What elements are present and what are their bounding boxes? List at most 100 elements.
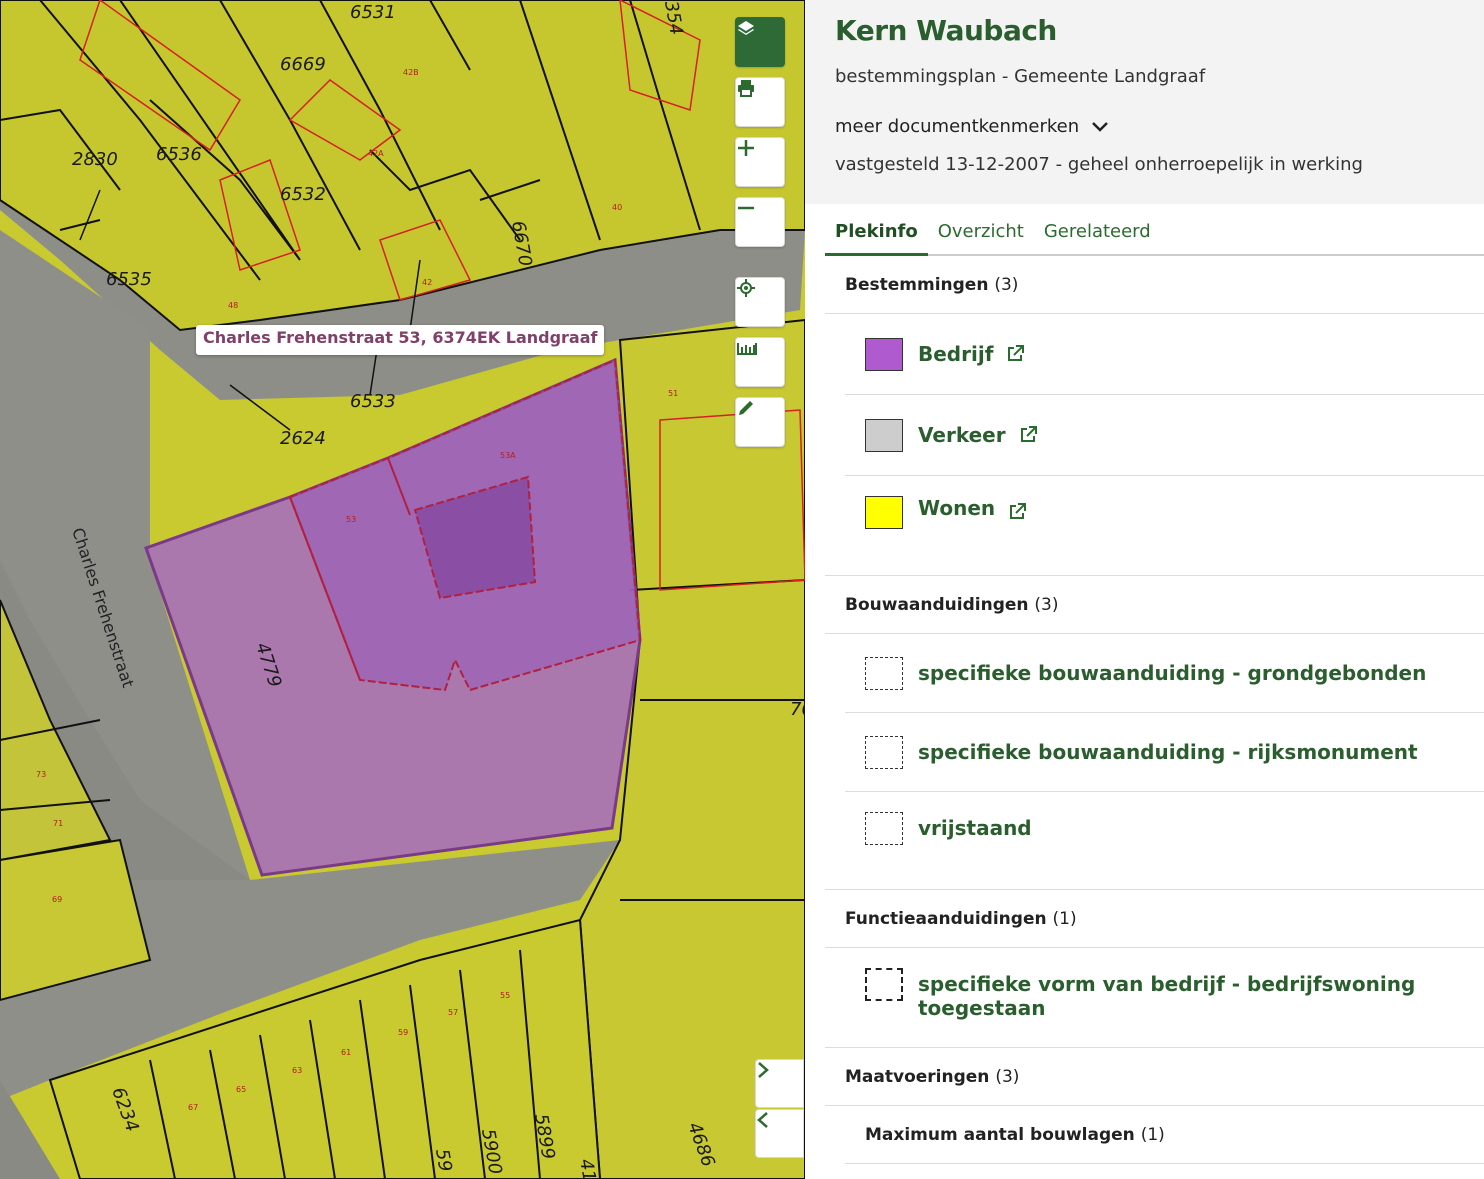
item-label: Bedrijf: [918, 342, 994, 366]
item-label: vrijstaand: [918, 816, 1032, 840]
draw-button[interactable]: [735, 397, 785, 447]
map-canvas[interactable]: 653166692830 6536653266706535653326244779…: [0, 0, 805, 1179]
plan-status: vastgesteld 13-12-2007 - geheel onherroe…: [835, 154, 1363, 175]
dashed-swatch: [865, 735, 903, 769]
chevron-right-icon: [758, 1062, 769, 1078]
external-link-icon[interactable]: [1005, 344, 1025, 364]
parcel-number-label: 2830: [72, 149, 118, 170]
house-number-label: 51: [668, 389, 678, 398]
plus-icon: [738, 140, 754, 156]
verkeer-swatch: [865, 418, 903, 452]
address-popup[interactable]: Charles Frehenstraat 53, 6374EK Landgraa…: [196, 325, 605, 355]
house-number-label: 65: [236, 1085, 246, 1094]
panel-tabs: Plekinfo Overzicht Gerelateerd: [825, 204, 1484, 256]
section-count: (3): [995, 1066, 1020, 1087]
section-count: (3): [1034, 594, 1059, 615]
minus-icon: [738, 206, 754, 210]
dashed-swatch: [865, 812, 903, 845]
collapse-panel-button[interactable]: [755, 1109, 804, 1158]
item-label: specifieke bouwaanduiding - grondgebonde…: [918, 661, 1427, 685]
section-heading: Bouwaanduidingen (3): [825, 576, 1484, 634]
maatvoering-subheading[interactable]: Maximum aantal bouwlagen (1): [845, 1106, 1484, 1164]
parcel-number-label: 6531: [350, 2, 396, 23]
item-label: specifieke vorm van bedrijf - bedrijfswo…: [918, 972, 1416, 1020]
section-heading-label: Bouwaanduidingen: [845, 594, 1029, 615]
house-number-label: 53A: [500, 451, 516, 460]
section-heading: Functieaanduidingen (1): [825, 890, 1484, 948]
bouwaanduiding-item[interactable]: vrijstaand: [825, 792, 1484, 890]
section-heading: Bestemmingen (3): [825, 256, 1484, 314]
measure-button[interactable]: [735, 337, 785, 387]
bestemming-item-wonen[interactable]: Wonen: [825, 476, 1484, 576]
house-number-label: 67: [188, 1103, 198, 1112]
section-heading-label: Maatvoeringen: [845, 1066, 990, 1087]
section-heading-label: Bestemmingen: [845, 274, 989, 295]
zoom-in-button[interactable]: [735, 137, 785, 187]
document-metadata-toggle[interactable]: meer documentkenmerken: [835, 116, 1109, 137]
tab-plekinfo[interactable]: Plekinfo: [825, 221, 928, 256]
house-number-label: 48: [228, 301, 238, 310]
bouwaanduiding-item[interactable]: specifieke bouwaanduiding - grondgebonde…: [845, 634, 1484, 713]
subheading-label: Maximum aantal bouwlagen: [865, 1124, 1135, 1145]
plan-subtitle: bestemmingsplan - Gemeente Landgraaf: [835, 66, 1206, 87]
bedrijf-swatch: [865, 337, 903, 371]
bestemming-item-bedrijf[interactable]: Bedrijf: [845, 314, 1484, 395]
house-number-label: 63: [292, 1066, 302, 1075]
chevron-left-icon: [757, 1112, 768, 1128]
external-link-icon[interactable]: [1007, 502, 1027, 522]
item-label: specifieke bouwaanduiding - rijksmonumen…: [918, 740, 1418, 764]
item-label: Wonen: [918, 496, 996, 520]
locate-icon: [737, 279, 755, 297]
print-icon: [738, 80, 754, 97]
house-number-label: 42A: [368, 149, 384, 158]
plan-title: Kern Waubach: [835, 14, 1057, 47]
print-button[interactable]: [735, 77, 785, 127]
house-number-label: 55: [500, 991, 510, 1000]
section-functieaanduidingen: Functieaanduidingen (1) specifieke vorm …: [825, 890, 1484, 1048]
panel-header: Kern Waubach bestemmingsplan - Gemeente …: [805, 0, 1484, 204]
parcel-number-label: 59: [431, 1147, 456, 1173]
house-number-label: 73: [36, 770, 46, 779]
house-number-label: 53: [346, 515, 356, 524]
parcel-number-label: 6532: [280, 184, 326, 205]
dashed-swatch: [865, 656, 903, 690]
pencil-icon: [739, 401, 753, 415]
locate-button[interactable]: [735, 277, 785, 327]
house-number-label: 40: [612, 203, 622, 212]
bestemming-item-verkeer[interactable]: Verkeer: [845, 395, 1484, 476]
section-maatvoeringen: Maatvoeringen (3) Maximum aantal bouwlag…: [825, 1048, 1484, 1164]
parcel-number-label: 41: [575, 1157, 600, 1179]
measure-icon: [737, 343, 757, 355]
house-number-label: 71: [53, 819, 63, 828]
tab-gerelateerd[interactable]: Gerelateerd: [1034, 221, 1161, 254]
house-number-label: 42B: [403, 68, 419, 77]
parcel-number-label: 6535: [106, 269, 152, 290]
expand-panel-button[interactable]: [755, 1059, 804, 1108]
info-panel: Kern Waubach bestemmingsplan - Gemeente …: [805, 0, 1484, 1179]
house-number-label: 57: [448, 1008, 458, 1017]
functieaanduiding-item[interactable]: specifieke vorm van bedrijf - bedrijfswo…: [825, 948, 1484, 1048]
layers-icon: [738, 21, 754, 35]
zoom-out-button[interactable]: [735, 197, 785, 247]
bold-dashed-swatch: [865, 968, 903, 1001]
bouwaanduiding-item[interactable]: specifieke bouwaanduiding - rijksmonumen…: [845, 713, 1484, 792]
section-heading-label: Functieaanduidingen: [845, 908, 1047, 929]
wonen-swatch: [865, 496, 903, 529]
map-view[interactable]: 6531 6669 2830 6536 6532 6670 6535 6533 2624 4779…: [0, 0, 805, 1179]
parcel-number-label: 6536: [156, 144, 202, 165]
house-number-label: 42: [422, 278, 432, 287]
parcel-number-label: 6533: [350, 391, 396, 412]
parcel-number-label: 2624: [280, 428, 326, 449]
subheading-count: (1): [1140, 1124, 1165, 1145]
section-count: (3): [994, 274, 1019, 295]
section-bestemmingen: Bestemmingen (3) Bedrijf Verkeer Wonen: [825, 256, 1484, 576]
house-number-label: 61: [341, 1048, 351, 1057]
section-bouwaanduidingen: Bouwaanduidingen (3) specifieke bouwaand…: [825, 576, 1484, 890]
layers-button[interactable]: [735, 17, 785, 67]
chevron-down-icon: [1092, 121, 1109, 132]
section-count: (1): [1052, 908, 1077, 929]
parcel-number-label: 70: [790, 699, 805, 720]
tab-overzicht[interactable]: Overzicht: [928, 221, 1034, 254]
external-link-icon[interactable]: [1018, 425, 1038, 445]
house-number-label: 59: [398, 1028, 408, 1037]
